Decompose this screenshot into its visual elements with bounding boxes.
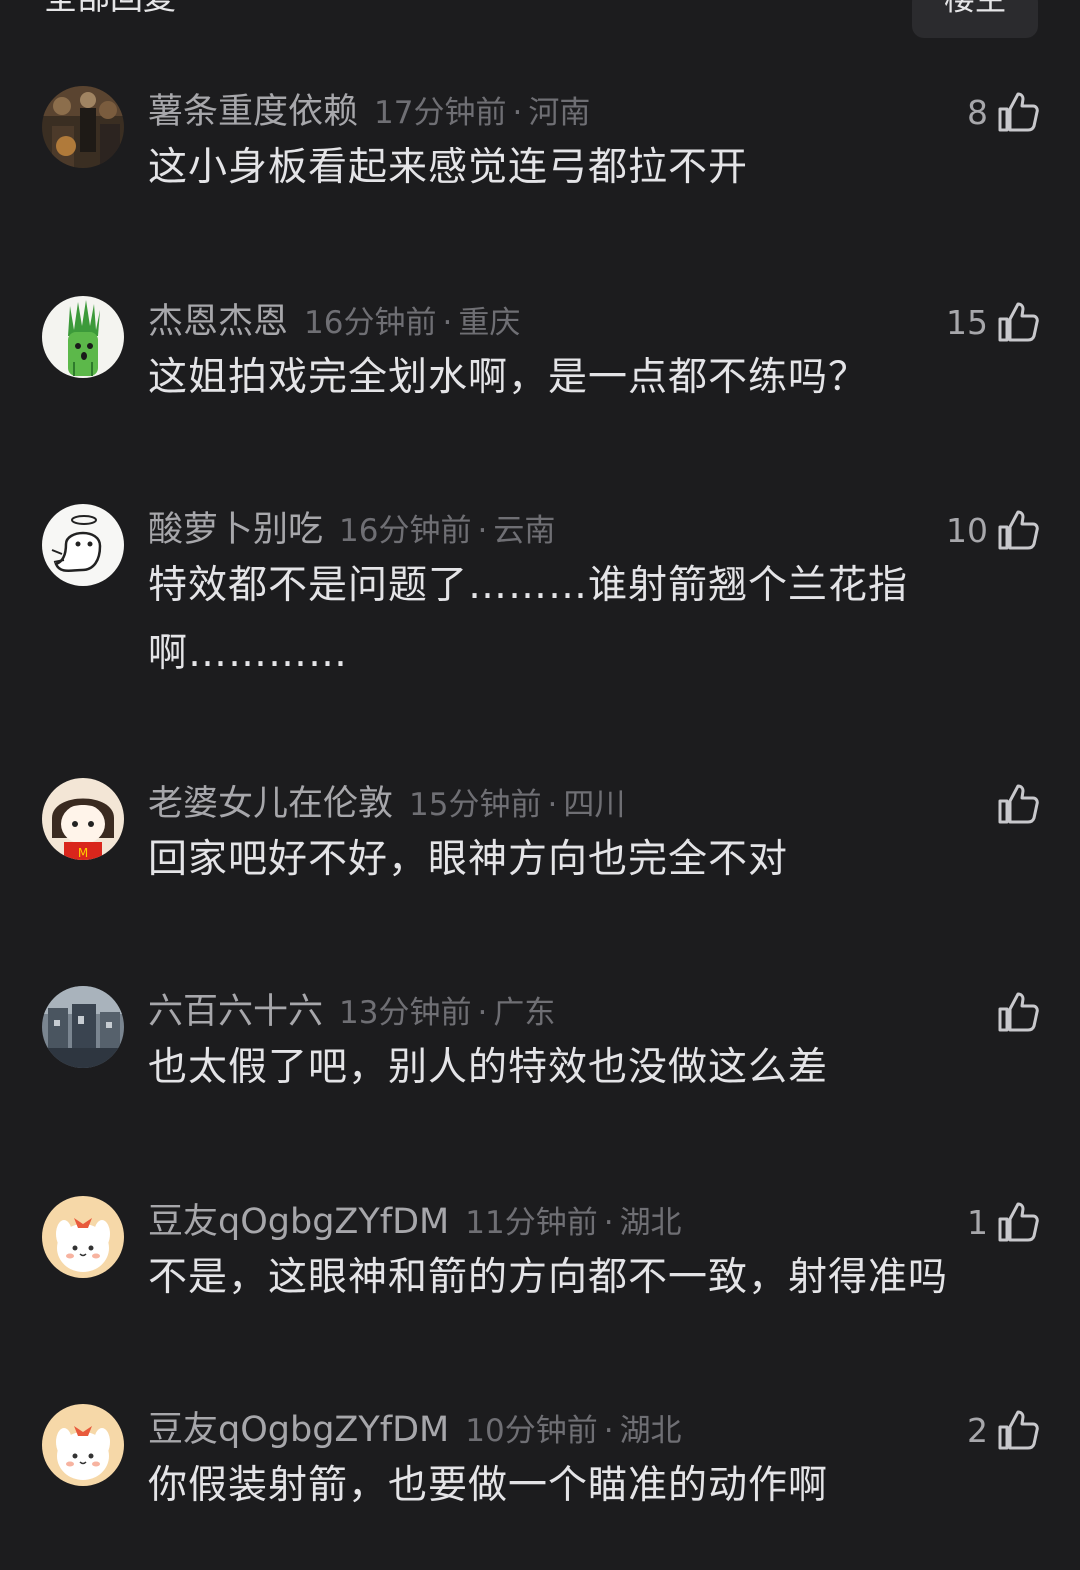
street-photo-avatar (42, 986, 124, 1068)
user-avatar[interactable] (42, 86, 124, 168)
comment-time: 16分钟前 (339, 513, 472, 549)
thumbs-up-icon (998, 302, 1039, 342)
svg-text:M: M (78, 846, 88, 860)
separator-dot: · (603, 1205, 614, 1241)
bunny-avatar (42, 1196, 124, 1278)
thumbs-up-icon (998, 784, 1039, 824)
username[interactable]: 豆友qOgbgZYfDM (148, 1408, 449, 1452)
comment-meta: 六百六十六 13分钟前 · 广东 (148, 990, 555, 1034)
username[interactable]: 六百六十六 (148, 990, 323, 1034)
user-avatar[interactable] (42, 986, 124, 1068)
comment-text: 不是，这眼神和箭的方向都不一致，射得准吗 (148, 1255, 949, 1300)
separator-dot: · (442, 305, 453, 341)
like-button[interactable]: 15 (946, 298, 1040, 346)
user-avatar[interactable] (42, 296, 124, 378)
comment-meta: 豆友qOgbgZYfDM 11分钟前 · 湖北 (148, 1200, 682, 1244)
comment-text: 这小身板看起来感觉连弓都拉不开 (148, 145, 749, 190)
angel-ghost-avatar (42, 504, 124, 586)
comment-time: 17分钟前 (374, 95, 507, 131)
comment-time: 13分钟前 (339, 995, 472, 1031)
like-button[interactable]: 2 (967, 1406, 1040, 1454)
like-button[interactable]: 8 (967, 88, 1040, 136)
comment-region: 云南 (493, 513, 556, 549)
separator-dot: · (477, 513, 488, 549)
comment-time: 16分钟前 (304, 305, 437, 341)
comment-region: 河南 (528, 95, 591, 131)
thumbs-up-icon (998, 992, 1039, 1032)
comment-region: 重庆 (458, 305, 521, 341)
separator-dot: · (547, 787, 558, 823)
section-title: 全部回复 (44, 0, 176, 18)
comment-time: 11分钟前 (465, 1205, 598, 1241)
op-only-label: 楼主 (944, 0, 1006, 18)
like-count: 15 (946, 302, 988, 342)
like-count: 10 (946, 510, 988, 550)
comment-text: 你假装射箭，也要做一个瞄准的动作啊 (148, 1463, 829, 1508)
user-avatar[interactable] (42, 1196, 124, 1278)
bunny-avatar (42, 1404, 124, 1486)
comment-region: 湖北 (619, 1205, 682, 1241)
username[interactable]: 豆友qOgbgZYfDM (148, 1200, 449, 1244)
username[interactable]: 老婆女儿在伦敦 (148, 782, 393, 826)
username[interactable]: 酸萝卜别吃 (148, 508, 323, 552)
separator-dot: · (477, 995, 488, 1031)
cartoon-girl-avatar: M (42, 778, 124, 860)
user-avatar[interactable] (42, 504, 124, 586)
like-button[interactable]: 10 (946, 506, 1040, 554)
like-button[interactable]: 1 (967, 1198, 1040, 1246)
like-count: 8 (967, 92, 988, 132)
separator-dot: · (512, 95, 523, 131)
comment-region: 湖北 (619, 1413, 682, 1449)
username[interactable]: 薯条重度依赖 (148, 90, 358, 134)
thumbs-up-icon (998, 92, 1039, 132)
comment-text: 也太假了吧，别人的特效也没做这么差 (148, 1045, 829, 1090)
like-count: 1 (967, 1202, 988, 1242)
comment-region: 四川 (563, 787, 626, 823)
comment-text: 回家吧好不好，眼神方向也完全不对 (148, 837, 789, 882)
user-avatar[interactable] (42, 1404, 124, 1486)
separator-dot: · (603, 1413, 614, 1449)
comment-meta: 杰恩杰恩 16分钟前 · 重庆 (148, 300, 520, 344)
op-only-toggle[interactable]: 楼主 (912, 0, 1038, 38)
comment-region: 广东 (493, 995, 556, 1031)
comment-meta: 薯条重度依赖 17分钟前 · 河南 (148, 90, 590, 134)
like-count: 2 (967, 1410, 988, 1450)
thumbs-up-icon (998, 1202, 1039, 1242)
comment-text: 这姐拍戏完全划水啊，是一点都不练吗？ (148, 355, 869, 400)
comment-meta: 老婆女儿在伦敦 15分钟前 · 四川 (148, 782, 625, 826)
like-button[interactable] (988, 988, 1040, 1036)
comment-meta: 豆友qOgbgZYfDM 10分钟前 · 湖北 (148, 1408, 682, 1452)
crowd-photo-avatar (42, 86, 124, 168)
user-avatar[interactable]: M (42, 778, 124, 860)
comment-time: 10分钟前 (465, 1413, 598, 1449)
like-button[interactable] (988, 780, 1040, 828)
comment-text: 特效都不是问题了………谁射箭翘个兰花指啊………… (148, 563, 909, 676)
comment-meta: 酸萝卜别吃 16分钟前 · 云南 (148, 508, 555, 552)
thumbs-up-icon (998, 510, 1039, 550)
thumbs-up-icon (998, 1410, 1039, 1450)
username[interactable]: 杰恩杰恩 (148, 300, 288, 344)
top-bar: 全部回复 楼主 (0, 0, 1080, 40)
green-onion-avatar (42, 296, 124, 378)
comment-time: 15分钟前 (409, 787, 542, 823)
